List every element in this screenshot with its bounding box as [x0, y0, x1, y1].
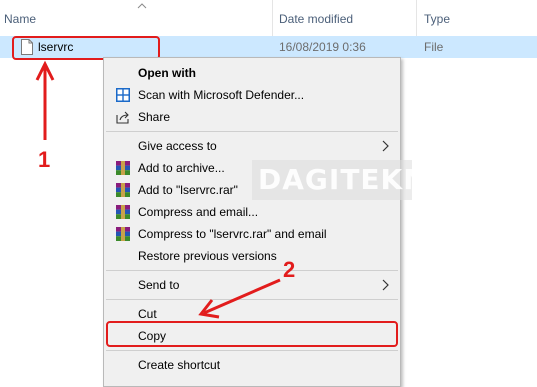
column-date-modified[interactable]: Date modified — [279, 12, 353, 26]
menu-item-label: Compress to "lservrc.rar" and email — [138, 227, 327, 241]
menu-item-open-with[interactable]: Open with — [104, 62, 400, 84]
menu-item-label: Cut — [138, 307, 157, 321]
winrar-icon — [116, 205, 130, 219]
file-date-modified: 16/08/2019 0:36 — [279, 40, 366, 54]
menu-item-label: Give access to — [138, 139, 217, 153]
menu-item-compress-rar-email[interactable]: Compress to "lservrc.rar" and email — [104, 223, 400, 245]
file-type: File — [424, 40, 444, 54]
menu-item-label: Open with — [138, 66, 196, 80]
menu-item-label: Restore previous versions — [138, 249, 277, 263]
menu-item-label: Add to "lservrc.rar" — [138, 183, 238, 197]
winrar-icon — [116, 183, 130, 197]
menu-item-label: Send to — [138, 278, 180, 292]
menu-item-label: Add to archive... — [138, 161, 225, 175]
chevron-right-icon — [382, 279, 389, 291]
share-icon — [116, 111, 129, 124]
menu-item-create-shortcut[interactable]: Create shortcut — [104, 354, 400, 376]
menu-item-label: Create shortcut — [138, 358, 221, 372]
menu-separator — [106, 270, 398, 271]
menu-item-restore-versions[interactable]: Restore previous versions — [104, 245, 400, 267]
chevron-right-icon — [382, 140, 389, 152]
annotation-number-1: 1 — [38, 147, 51, 172]
menu-separator — [106, 350, 398, 351]
watermark: DAGITEKNO — [252, 160, 412, 200]
sort-caret-icon[interactable] — [137, 3, 147, 9]
column-divider[interactable] — [416, 0, 417, 36]
menu-item-label: Share — [138, 110, 171, 124]
menu-separator — [106, 299, 398, 300]
column-name[interactable]: Name — [4, 12, 36, 26]
annotation-number-2: 2 — [283, 257, 296, 282]
menu-separator — [106, 131, 398, 132]
menu-item-send-to[interactable]: Send to — [104, 274, 400, 296]
column-type[interactable]: Type — [424, 12, 450, 26]
arrow-1-head — [35, 60, 55, 81]
winrar-icon — [116, 227, 130, 241]
menu-item-label: Compress and email... — [138, 205, 259, 219]
column-header-bar: Name Date modified Type — [0, 0, 537, 36]
defender-shield-icon — [116, 88, 130, 102]
copy-highlight-box — [106, 321, 398, 347]
winrar-icon — [116, 161, 130, 175]
menu-item-scan-defender[interactable]: Scan with Microsoft Defender... — [104, 84, 400, 106]
menu-item-label: Scan with Microsoft Defender... — [138, 88, 305, 102]
menu-item-give-access[interactable]: Give access to — [104, 135, 400, 157]
menu-item-compress-email[interactable]: Compress and email... — [104, 201, 400, 223]
column-divider[interactable] — [272, 0, 273, 36]
menu-item-share[interactable]: Share — [104, 106, 400, 128]
